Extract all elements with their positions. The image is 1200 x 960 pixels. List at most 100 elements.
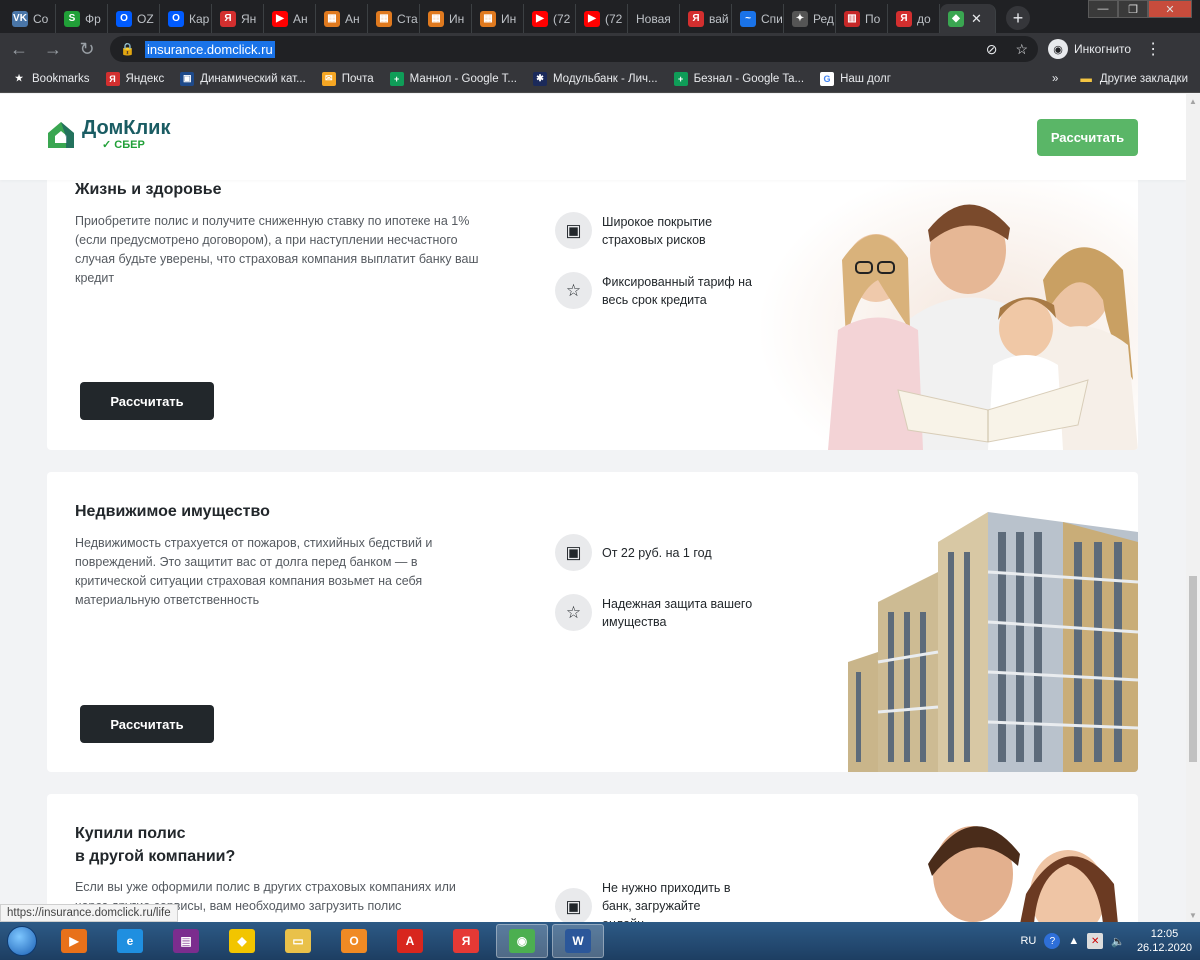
bookmark-star-icon[interactable]: ☆ <box>1015 41 1028 58</box>
start-button[interactable] <box>0 922 44 960</box>
yandex-icon: Я <box>688 10 704 27</box>
feature-item: ☆ Надежная защита вашего имущества <box>555 594 762 631</box>
card-title: Жизнь и здоровье <box>75 181 222 198</box>
maximize-button[interactable]: ❐ <box>1118 0 1148 18</box>
clock-date: 26.12.2020 <box>1136 942 1192 954</box>
site-header: ДомКлик ✓ СБЕР Рассчитать <box>0 94 1186 180</box>
bookmark-label: Динамический кат... <box>200 72 306 85</box>
bookmark-item[interactable]: ✱ Модульбанк - Лич... <box>532 71 658 86</box>
clock[interactable]: 12:05 26.12.2020 <box>1137 927 1192 955</box>
bookmark-item[interactable]: ★ Bookmarks <box>12 71 90 86</box>
url-text[interactable]: insurance.domclick.ru <box>144 40 275 58</box>
scroll-up-icon[interactable]: ▲ <box>1186 94 1200 108</box>
tab-title: Со <box>33 11 49 26</box>
outlook-icon: O <box>341 929 367 953</box>
page-scrollbar[interactable]: ▲ ▼ <box>1186 94 1200 922</box>
money-icon: ▣ <box>555 534 592 571</box>
other-bookmarks[interactable]: Другие закладки <box>1100 73 1188 85</box>
scrollbar-thumb[interactable] <box>1189 576 1197 762</box>
tab-title: По <box>865 11 881 26</box>
language-indicator[interactable]: RU <box>1020 935 1036 947</box>
browser-tab[interactable]: ▶ (72 <box>524 4 576 33</box>
browser-tab[interactable]: Новая <box>628 4 680 33</box>
taskbar-app[interactable]: ◉ <box>496 924 548 958</box>
close-tab-icon[interactable]: ✕ <box>971 11 982 27</box>
taskbar-app[interactable]: Я <box>440 924 492 958</box>
tab-active[interactable]: ◆ ✕ <box>940 4 996 33</box>
new-tab-button[interactable]: + <box>1006 6 1030 30</box>
tab-title: до <box>917 11 931 26</box>
bookmark-item[interactable]: ▣ Динамический кат... <box>180 71 306 86</box>
card-life-health: Жизнь и здоровье Приобретите полис и пол… <box>47 148 1138 450</box>
browser-tab[interactable]: VK Со <box>4 4 56 33</box>
tray-expand-icon[interactable]: ▲ <box>1068 935 1079 947</box>
address-bar[interactable]: 🔒 insurance.domclick.ru ⊘ ☆ <box>110 36 1038 62</box>
browser-tab[interactable]: ▥ По <box>836 4 888 33</box>
feature-text: Широкое покрытие страховых рисков <box>602 215 713 247</box>
card-title-line2: в другой компании? <box>75 848 236 865</box>
browser-tab[interactable]: ~ Спи <box>732 4 784 33</box>
browser-tab[interactable]: S Фр <box>56 4 108 33</box>
more-bookmarks-icon[interactable]: » <box>1052 73 1058 85</box>
incognito-indicator[interactable]: ◉ Инкогнито <box>1048 39 1131 59</box>
browser-tab[interactable]: Явай <box>680 4 732 33</box>
youtube-icon: ▶ <box>584 10 600 27</box>
winrar-icon: ▤ <box>173 929 199 953</box>
taskbar-app[interactable]: A <box>384 924 436 958</box>
forward-icon[interactable]: → <box>38 34 68 64</box>
feature-text: Надежная защита вашего имущества <box>602 597 753 629</box>
incognito-label: Инкогнито <box>1074 42 1132 56</box>
browser-tab[interactable]: ▦ Ан <box>316 4 368 33</box>
browser-tab[interactable]: ▦ Ин <box>420 4 472 33</box>
ie-icon: e <box>117 929 143 953</box>
volume-icon[interactable]: 🔈 <box>1111 935 1125 948</box>
browser-tab[interactable]: ▶ (72 <box>576 4 628 33</box>
help-icon[interactable]: ? <box>1044 933 1061 949</box>
bookmark-label: Маннол - Google T... <box>409 72 517 85</box>
browser-tab[interactable]: ▶ Ан <box>264 4 316 33</box>
close-window-button[interactable]: ✕ <box>1148 0 1192 18</box>
feature-text: От 22 руб. на 1 год <box>602 546 712 560</box>
media-player-icon: ▶ <box>61 929 87 953</box>
reload-icon[interactable]: ↻ <box>72 34 102 64</box>
bookmark-item[interactable]: ✉ Почта <box>321 71 374 86</box>
bookmark-item[interactable]: + Маннол - Google T... <box>389 71 517 86</box>
browser-tab[interactable]: O Кар <box>160 4 212 33</box>
windows-taskbar: ▶ e ▤ ◆ ▭ O A Я ◉ W RU ? ▲ ✕ 🔈 12:05 26.12.2020 <box>0 922 1200 960</box>
browser-tab[interactable]: Ядо <box>888 4 940 33</box>
browser-tab[interactable]: Я Ян <box>212 4 264 33</box>
taskbar-app[interactable]: ◆ <box>216 924 268 958</box>
yandex-icon: Я <box>220 10 236 27</box>
menu-icon[interactable]: ⋮ <box>1145 39 1161 59</box>
building-photo <box>848 512 1138 772</box>
back-icon[interactable]: ← <box>4 34 34 64</box>
domclick-logo[interactable]: ДомКлик ✓ СБЕР <box>46 118 170 152</box>
network-icon[interactable]: ✕ <box>1087 933 1104 949</box>
system-tray: RU ? ▲ ✕ 🔈 12:05 26.12.2020 <box>1020 922 1200 960</box>
sheet-icon: ▦ <box>480 10 496 27</box>
minimize-button[interactable]: — <box>1088 0 1118 18</box>
calculate-button[interactable]: Рассчитать <box>80 705 214 743</box>
taskbar-app[interactable]: e <box>104 924 156 958</box>
clock-time: 12:05 <box>1150 928 1179 940</box>
taskbar-app[interactable]: ▭ <box>272 924 324 958</box>
tab-title: Спи <box>761 11 783 26</box>
calculate-button[interactable]: Рассчитать <box>80 382 214 420</box>
scroll-down-icon[interactable]: ▼ <box>1186 908 1200 922</box>
eye-off-icon[interactable]: ⊘ <box>986 41 998 58</box>
card-property: Недвижимое имущество Недвижимость страху… <box>47 472 1138 772</box>
browser-tab[interactable]: O OZ <box>108 4 160 33</box>
taskbar-app[interactable]: ▤ <box>160 924 212 958</box>
browser-tab[interactable]: ✦ Ред <box>784 4 836 33</box>
bookmark-item[interactable]: + Безнал - Google Ta... <box>673 71 804 86</box>
bookmark-label: Bookmarks <box>32 72 90 85</box>
tab-title: Ян <box>241 11 257 26</box>
browser-tab[interactable]: ▦ Ин <box>472 4 524 33</box>
bookmark-item[interactable]: G Наш долг <box>820 71 891 86</box>
header-calculate-button[interactable]: Рассчитать <box>1037 119 1138 156</box>
taskbar-app[interactable]: W <box>552 924 604 958</box>
browser-tab[interactable]: ▦ Ста <box>368 4 420 33</box>
taskbar-app[interactable]: O <box>328 924 380 958</box>
taskbar-app[interactable]: ▶ <box>48 924 100 958</box>
bookmark-item[interactable]: Я Яндекс <box>105 71 164 86</box>
